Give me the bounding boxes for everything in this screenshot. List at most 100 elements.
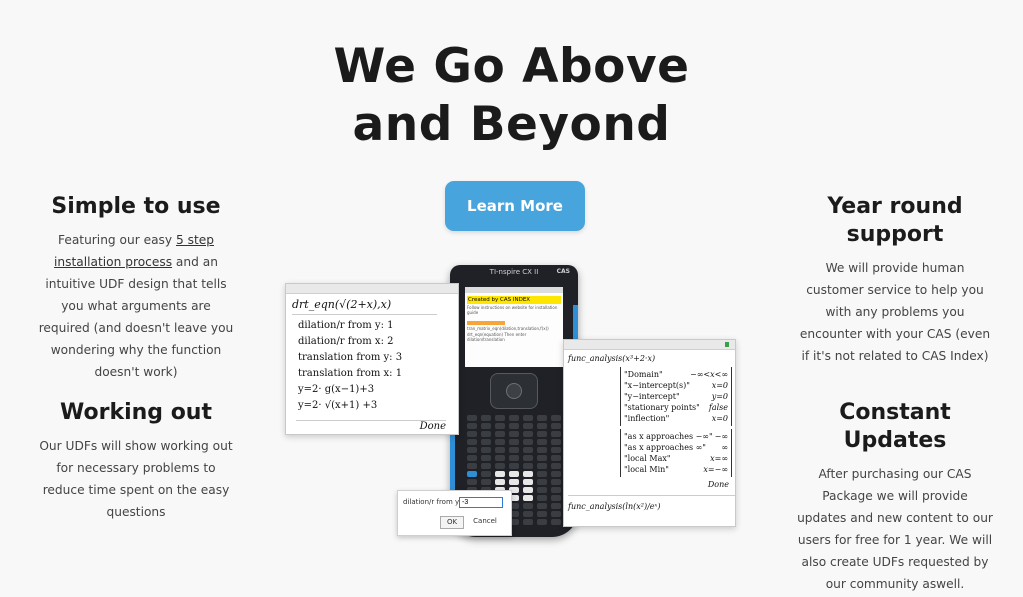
calculator-key xyxy=(551,439,561,445)
calculator-key xyxy=(467,415,477,421)
feature-simple-text: Featuring our easy 5 step installation p… xyxy=(38,233,234,379)
screen-fn: drt_eqn(equation) Then enter dilation/tr… xyxy=(467,332,527,342)
calculator-key xyxy=(537,439,547,445)
page-title: We Go Above and Beyond xyxy=(0,38,1023,154)
calculator-key xyxy=(481,423,491,429)
calculator-key xyxy=(495,455,505,461)
calculator-key xyxy=(523,463,533,469)
calculator-key xyxy=(551,511,561,517)
calculator-key xyxy=(467,423,477,429)
window-results: dilation/r from y: 1 dilation/r from x: 2… xyxy=(286,320,458,411)
drt-eqn-window: drt_eqn(√(2+x),x) dilation/r from y: 1 di… xyxy=(285,283,459,435)
screen-header xyxy=(465,287,563,293)
calculator-key xyxy=(481,479,491,485)
calculator-key xyxy=(509,455,519,461)
feature-updates-heading: Constant Updates xyxy=(839,400,951,453)
title-line-1: We Go Above xyxy=(333,39,690,94)
matrix-row: "inflection" x=0 xyxy=(624,413,728,424)
calculator-key xyxy=(551,503,561,509)
matrix-row: "stationary points" false xyxy=(624,402,728,413)
matrix-label: "local Min" xyxy=(624,465,669,474)
calculator-key xyxy=(537,415,547,421)
calculator-key xyxy=(467,431,477,437)
calculator-key xyxy=(537,423,547,429)
calculator-key xyxy=(467,455,477,461)
calculator-key xyxy=(467,439,477,445)
calculator-cas-label: CAS xyxy=(556,268,570,275)
matrix-value: −∞ xyxy=(714,432,728,441)
analysis-matrix: "Domain" −∞<x<∞ "x−intercept(s)" x=0 "y−inte… xyxy=(620,367,732,426)
calculator-key xyxy=(523,511,533,517)
result-row: y=2· √(x+1) +3 xyxy=(298,400,378,411)
learn-more-button[interactable]: Learn More xyxy=(445,181,585,231)
screen-highlight xyxy=(467,321,505,325)
calculator-key xyxy=(537,511,547,517)
result-row: translation from y: 3 xyxy=(298,352,403,363)
feature-simple-heading: Simple to use xyxy=(51,194,221,219)
matrix-value: false xyxy=(708,403,728,412)
calculator-key xyxy=(551,447,561,453)
calculator-key xyxy=(523,519,533,525)
calculator-key xyxy=(481,455,491,461)
feature-support-text: We will provide human customer service t… xyxy=(799,261,991,363)
func-analysis-window: func_analysis(x³+2·x) "Domain" −∞<x<∞ "x−i… xyxy=(563,339,736,527)
calculator-key xyxy=(523,447,533,453)
feature-simple: Simple to use Featuring our easy 5 step … xyxy=(36,193,236,383)
matrix-label: "inflection" xyxy=(624,414,670,423)
calculator-key xyxy=(537,431,547,437)
calculator-key xyxy=(509,415,519,421)
matrix-value: x=0 xyxy=(711,381,728,390)
calculator-key xyxy=(523,471,533,477)
calculator-key xyxy=(495,463,505,469)
calculator-key xyxy=(551,431,561,437)
calculator-key xyxy=(509,447,519,453)
calculator-key xyxy=(551,487,561,493)
result-row: translation from x: 1 xyxy=(298,368,403,379)
matrix-label: "Domain" xyxy=(624,370,663,379)
calculator-key xyxy=(523,415,533,421)
calculator-key xyxy=(495,447,505,453)
calculator-key xyxy=(551,423,561,429)
calculator-key xyxy=(509,423,519,429)
matrix-value: −∞<x<∞ xyxy=(690,370,728,379)
calculator-key xyxy=(495,439,505,445)
calculator-key xyxy=(523,431,533,437)
calculator-key xyxy=(551,471,561,477)
analysis-matrix: "as x approaches −∞" −∞ "as x approaches ∞… xyxy=(620,429,732,477)
feature-support-heading: Year round support xyxy=(827,194,963,247)
done-label: Done xyxy=(707,480,729,489)
calculator-key xyxy=(523,487,533,493)
matrix-row: "local Min" x=−∞ xyxy=(624,464,728,475)
screen-fn: tran_matrix_eqn(dilation,translation,f(x… xyxy=(467,326,549,331)
screen-caption: Created by CAS INDEX xyxy=(467,296,561,304)
calculator-key xyxy=(537,463,547,469)
calculator-key xyxy=(551,415,561,421)
dialog-input[interactable] xyxy=(459,497,503,508)
calculator-key xyxy=(523,503,533,509)
feature-working: Working out Our UDFs will show working o… xyxy=(36,399,236,523)
result-row: dilation/r from x: 2 xyxy=(298,336,394,347)
window-expression: drt_eqn(√(2+x),x) xyxy=(292,298,437,315)
ok-button[interactable]: OK xyxy=(440,516,464,529)
matrix-row: "as x approaches −∞" −∞ xyxy=(624,431,728,442)
matrix-row: "Domain" −∞<x<∞ xyxy=(624,369,728,380)
calculator-key xyxy=(537,479,547,485)
calculator-key xyxy=(495,479,505,485)
input-dialog: dilation/r from y: OK Cancel xyxy=(397,490,512,536)
matrix-value: x=−∞ xyxy=(703,465,728,474)
calculator-key xyxy=(467,471,477,477)
cancel-button[interactable]: Cancel xyxy=(468,516,502,527)
window-expression: func_analysis(x³+2·x) xyxy=(568,354,656,363)
calculator-key xyxy=(551,519,561,525)
calculator-key xyxy=(495,471,505,477)
calculator-key xyxy=(537,455,547,461)
result-row: y=2· g(x−1)+3 xyxy=(298,384,375,395)
matrix-row: "y−intercept" y=0 xyxy=(624,391,728,402)
matrix-row: "as x approaches ∞" ∞ xyxy=(624,442,728,453)
matrix-value: y=0 xyxy=(711,392,728,401)
dialog-label: dilation/r from y: xyxy=(403,498,461,506)
window-titlebar xyxy=(286,284,458,294)
window-expression-2: func_analysis(ln(x²)/eˣ) xyxy=(568,495,735,511)
matrix-label: "as x approaches −∞" xyxy=(624,432,713,441)
matrix-label: "x−intercept(s)" xyxy=(624,381,690,390)
